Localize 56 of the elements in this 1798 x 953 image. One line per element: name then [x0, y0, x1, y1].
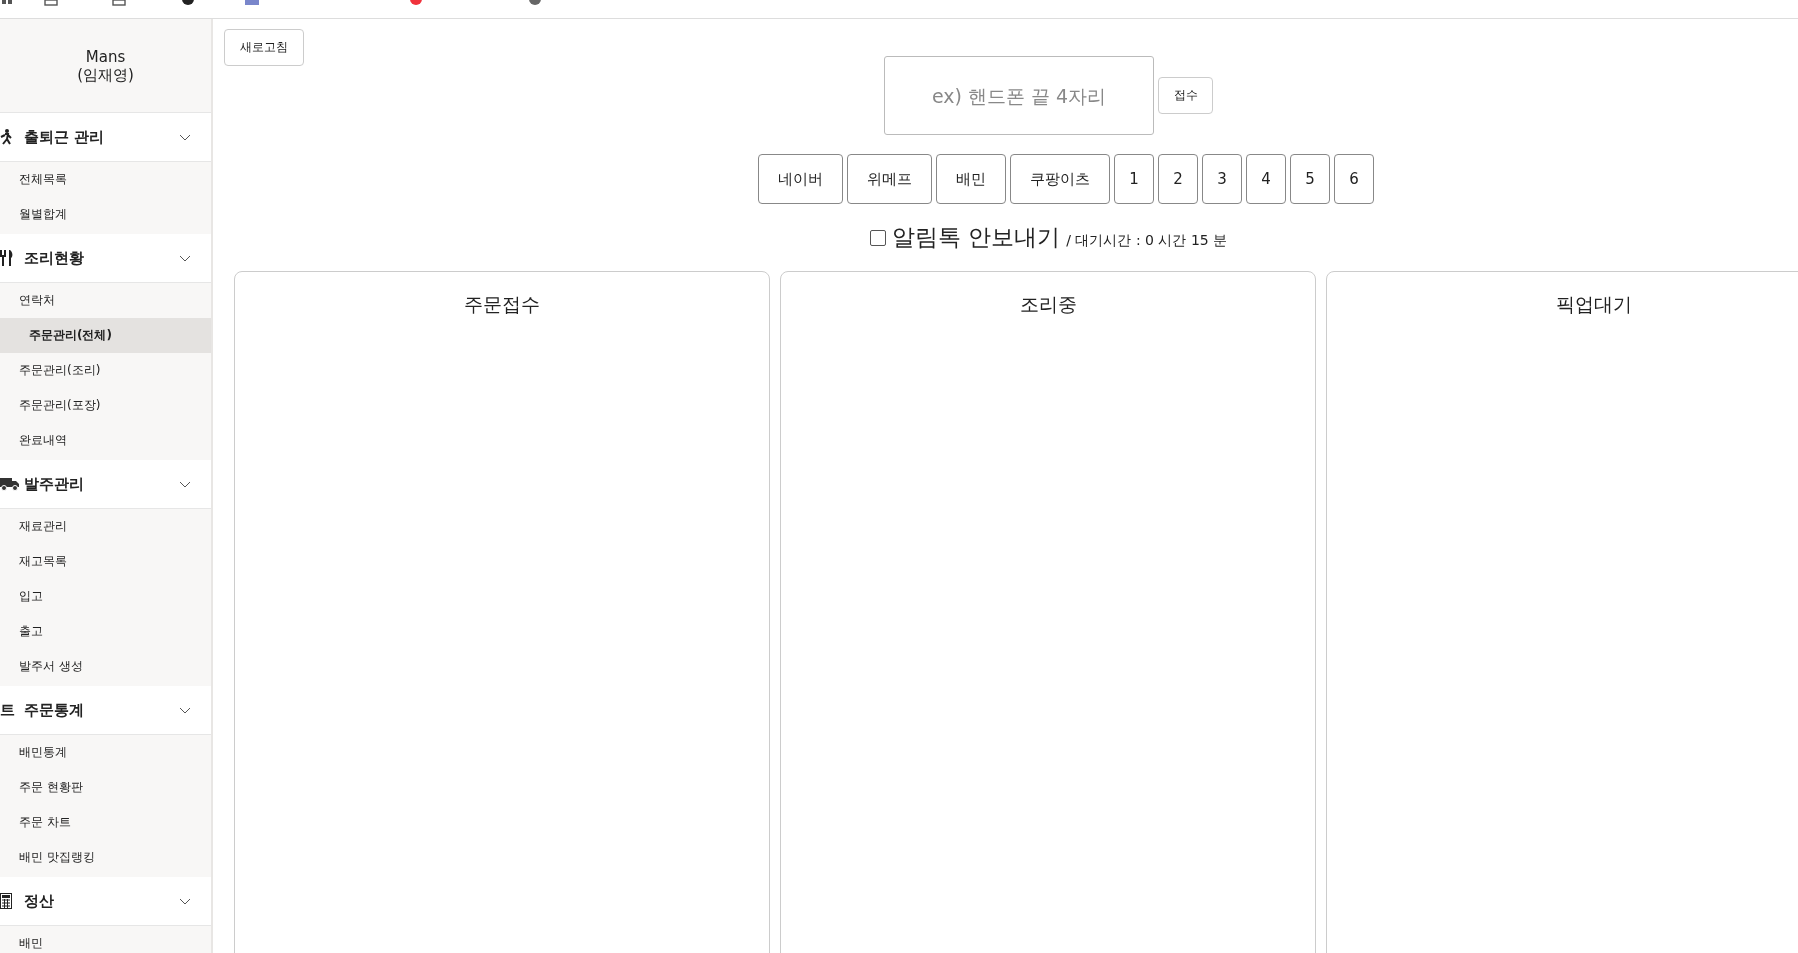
- menu-group-header[interactable]: 트 주문통계: [0, 686, 211, 735]
- bookmark-icon[interactable]: [245, 0, 259, 6]
- submit-button[interactable]: 접수: [1158, 77, 1213, 114]
- menu-item[interactable]: 주문관리(전체): [0, 318, 211, 353]
- chevron-down-icon: [179, 480, 191, 488]
- channel-button[interactable]: 1: [1114, 154, 1154, 204]
- menu-item[interactable]: 연락처: [0, 283, 211, 318]
- checkbox[interactable]: [870, 229, 886, 246]
- refresh-button[interactable]: 새로고침: [224, 29, 304, 66]
- folder-icon[interactable]: [44, 0, 58, 6]
- channel-button[interactable]: 위메프: [847, 154, 932, 204]
- menu-group-header[interactable]: 발주관리: [0, 460, 211, 509]
- menu-item[interactable]: 재고목록: [0, 544, 211, 579]
- truck-icon: [0, 477, 20, 491]
- user-name: Mans: [85, 47, 126, 66]
- menu-group-header[interactable]: 정산: [0, 877, 211, 926]
- menu-item[interactable]: 완료내역: [0, 423, 211, 458]
- chevron-down-icon: [179, 133, 191, 141]
- menu-item[interactable]: 발주서 생성: [0, 649, 211, 684]
- column-title: 픽업대기: [1556, 292, 1632, 317]
- channel-button[interactable]: 5: [1290, 154, 1330, 204]
- column-title: 주문접수: [464, 292, 540, 317]
- fork-knife-icon: [0, 250, 14, 266]
- chevron-down-icon: [179, 706, 191, 714]
- menu-item[interactable]: 주문 차트: [0, 805, 211, 840]
- wait-time-text: / 대기시간 : 0 시간 15 분: [1066, 232, 1228, 250]
- channel-button[interactable]: 4: [1246, 154, 1286, 204]
- channel-button[interactable]: 쿠팡이츠: [1010, 154, 1110, 204]
- chevron-down-icon: [179, 254, 191, 262]
- menu-item[interactable]: 배민: [0, 926, 211, 953]
- walking-person-icon: [0, 129, 12, 145]
- menu-item[interactable]: 재료관리: [0, 509, 211, 544]
- menu-item[interactable]: 배민 맛집랭킹: [0, 840, 211, 875]
- channel-button[interactable]: 배민: [936, 154, 1006, 204]
- channel-button[interactable]: 2: [1158, 154, 1198, 204]
- menu-item[interactable]: 출고: [0, 614, 211, 649]
- channel-button[interactable]: 네이버: [758, 154, 843, 204]
- menu-item[interactable]: 입고: [0, 579, 211, 614]
- phone-input[interactable]: ex) 핸드폰 끝 4자리: [884, 56, 1154, 135]
- calculator-icon: [0, 893, 12, 909]
- menu-item[interactable]: 월별합계: [0, 197, 211, 232]
- chevron-down-icon: [179, 897, 191, 905]
- menu-item[interactable]: 주문 현황판: [0, 770, 211, 805]
- menu-item[interactable]: 배민통계: [0, 735, 211, 770]
- channel-button[interactable]: 3: [1202, 154, 1242, 204]
- checkbox-label: 알림톡 안보내기: [892, 223, 1061, 252]
- icon-glyph: 트: [0, 700, 15, 720]
- user-real-name: (임재영): [77, 65, 134, 84]
- column-title: 조리중: [1019, 292, 1077, 317]
- menu-group-header[interactable]: 조리현황: [0, 234, 211, 283]
- menu-item[interactable]: 주문관리(포장): [0, 388, 211, 423]
- folder-icon[interactable]: [112, 0, 126, 6]
- channel-button[interactable]: 6: [1334, 154, 1374, 204]
- menu-group-header[interactable]: 출퇴근 관리: [0, 113, 211, 162]
- menu-item[interactable]: 전체목록: [0, 162, 211, 197]
- menu-item[interactable]: 주문관리(조리): [0, 353, 211, 388]
